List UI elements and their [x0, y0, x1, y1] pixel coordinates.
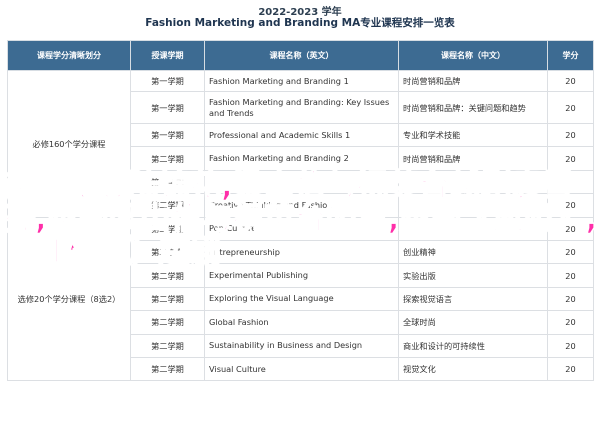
- course-name-cn: 时尚营销和品牌：关键问题和趋势: [398, 91, 548, 124]
- course-name-en: Exploring the Visual Language: [204, 286, 399, 312]
- term-cell: 第二学期: [130, 146, 205, 171]
- col-header-term: 授课学期: [130, 40, 205, 71]
- credit-cell: 20: [547, 356, 594, 382]
- course-name-en: [204, 169, 399, 195]
- course-name-en: Entrepreneurship: [204, 239, 399, 265]
- term-cell: 第二学期: [130, 263, 205, 288]
- group-elective: 选修20个学分课程（8选2）: [7, 216, 131, 382]
- course-name-cn: 时尚营销和品牌: [398, 70, 548, 92]
- course-name-en: Visual Culture: [204, 356, 399, 382]
- credit-cell: 20: [547, 310, 594, 335]
- course-name-cn: [398, 169, 548, 195]
- course-name-cn: 专业和学术技能: [398, 122, 548, 148]
- course-name-cn: [398, 193, 548, 218]
- course-name-cn: 全球时尚: [398, 310, 548, 335]
- term-cell: 第二学期: [130, 216, 205, 241]
- course-name-en: Professional and Academic Skills 1: [204, 122, 399, 148]
- col-header-name-cn: 课程名称（中文）: [398, 40, 548, 71]
- course-name-cn: 商业和设计的可持续性: [398, 333, 548, 358]
- course-name-cn: 探索视觉语言: [398, 286, 548, 312]
- page-title: Fashion Marketing and Branding MA专业课程安排一…: [145, 17, 455, 29]
- course-name-en: Fashion Marketing and Branding: Key Issu…: [204, 91, 399, 124]
- credit-cell: 20: [547, 146, 594, 171]
- course-name-cn: [398, 216, 548, 241]
- course-name-en: Global Fashion: [204, 310, 399, 335]
- table-header-row: 课程学分清晰划分 授课学期 课程名称（英文） 课程名称（中文） 学分: [7, 40, 594, 71]
- group-required: 必修160个学分课程: [7, 70, 131, 218]
- course-name-cn: 创业精神: [398, 239, 548, 265]
- term-cell: 第二学期: [130, 310, 205, 335]
- col-header-group: 课程学分清晰划分: [7, 40, 131, 71]
- course-name-en: Fashion Marketing and Branding 1: [204, 70, 399, 92]
- table-row: 选修20个学分课程（8选2） 第二学期 Pop Culture 20: [7, 216, 594, 382]
- term-cell: 第二学期: [130, 169, 205, 195]
- term-cell: 第二学期: [130, 239, 205, 265]
- term-cell: 第二学期: [130, 356, 205, 382]
- credit-cell: 20: [547, 122, 594, 148]
- course-table: 课程学分清晰划分 授课学期 课程名称（英文） 课程名称（中文） 学分 必修160…: [7, 40, 594, 382]
- credit-cell: 20: [547, 263, 594, 288]
- term-cell: 第二学期: [130, 193, 205, 218]
- term-cell: 第二学期: [130, 333, 205, 358]
- course-name-cn: 时尚营销和品牌: [398, 146, 548, 171]
- course-name-en: Experimental Publishing: [204, 263, 399, 288]
- term-cell: 第一学期: [130, 91, 205, 124]
- credit-cell: 20: [547, 216, 594, 241]
- course-name-en: Fashion Marketing and Branding 2: [204, 146, 399, 171]
- credit-cell: 20: [547, 91, 594, 124]
- col-header-credit: 学分: [547, 40, 594, 71]
- credit-cell: 20: [547, 193, 594, 218]
- credit-cell: 20: [547, 286, 594, 312]
- course-name-cn: 视觉文化: [398, 356, 548, 382]
- credit-cell: 20: [547, 333, 594, 358]
- table-row: 必修160个学分课程 第一学期 Fashion Marketing and Br…: [7, 70, 594, 218]
- course-name-en: Pop Culture: [204, 216, 399, 241]
- col-header-name-en: 课程名称（英文）: [204, 40, 399, 71]
- credit-cell: 20: [547, 70, 594, 92]
- course-name-cn: 实验出版: [398, 263, 548, 288]
- term-cell: 第一学期: [130, 70, 205, 92]
- credit-cell: 20: [547, 239, 594, 265]
- term-cell: 第一学期: [130, 122, 205, 148]
- course-name-en: Creative Thinking and Fashion: [204, 193, 399, 218]
- term-cell: 第二学期: [130, 286, 205, 312]
- credit-cell: [547, 169, 594, 195]
- course-name-en: Sustainability in Business and Design: [204, 333, 399, 358]
